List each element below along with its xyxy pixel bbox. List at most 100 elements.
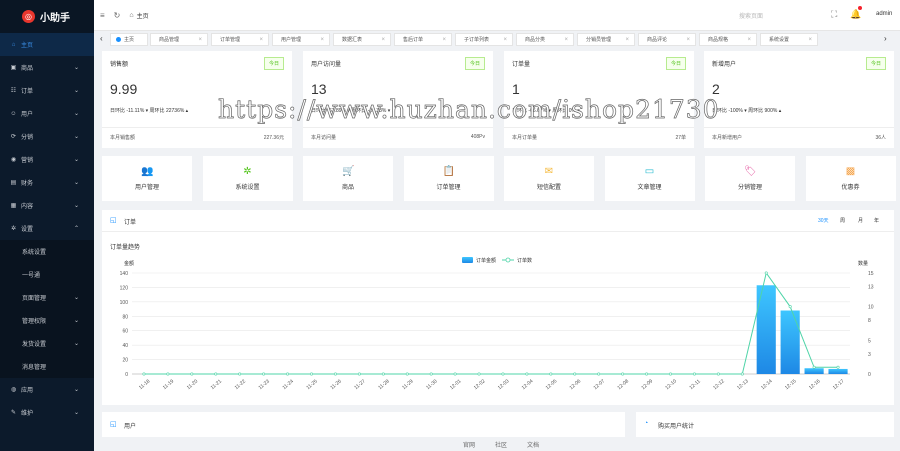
x-tick-label: 11-30 (425, 378, 439, 391)
quick-link[interactable]: 👥 用户管理 (102, 156, 192, 201)
sidebar-subitem[interactable]: 管理权限 ⌄ (0, 309, 94, 332)
line-point (621, 372, 625, 376)
x-tick-label: 12-09 (640, 378, 654, 391)
tab-label: 售后订单 (403, 37, 424, 43)
search-input[interactable]: 搜索页面 (739, 11, 763, 20)
quick-link[interactable]: 🏷 分销管理 (705, 156, 795, 201)
close-icon[interactable]: × (442, 37, 446, 43)
sidebar-item[interactable]: ▤ 财务 ⌄ (0, 171, 94, 194)
sidebar-item[interactable]: ✎ 维护 ⌄ (0, 401, 94, 424)
x-tick-label: 12-10 (664, 378, 678, 391)
refresh-icon[interactable]: ↻ (114, 11, 121, 20)
y2-tick-label: 3 (868, 352, 871, 358)
tab[interactable]: 主页 (110, 33, 148, 46)
tab[interactable]: 订单管理 × (211, 33, 269, 46)
tab-label: 系统设置 (769, 37, 790, 43)
line-point (310, 372, 314, 376)
menu-toggle-icon[interactable]: ≡ (100, 11, 105, 20)
tab[interactable]: 商品管理 × (150, 33, 208, 46)
sidebar-subitem[interactable]: 发货设置 ⌄ (0, 332, 94, 355)
close-icon[interactable]: × (686, 37, 690, 43)
bell-icon[interactable]: 🔔 (850, 9, 861, 20)
card-icon: ▭ (644, 166, 655, 177)
range-button[interactable]: 周 (840, 217, 845, 224)
chevron-down-icon: ⌄ (73, 318, 79, 324)
order-chart-card: ◱ 订单 30天 周 月 年 订单量趋势 金额 数量 0 20 40 60 80 100 120 140 0… (102, 210, 894, 405)
sidebar-item[interactable]: ⌂ 主页 (0, 33, 94, 56)
range-button[interactable]: 年 (874, 217, 879, 224)
sidebar-item[interactable]: ☷ 订单 ⌄ (0, 79, 94, 102)
line-point (286, 372, 290, 376)
stat-card: 新增用户 今日 2 日环比 -100% ▾ 周环比 900% ▴ 本月新增用户 36人 (704, 51, 894, 148)
sidebar-item[interactable]: ◍ 应用 ⌄ (0, 378, 94, 401)
tab[interactable]: 商品规格 × (699, 33, 757, 46)
stat-footer-value: 36人 (875, 135, 886, 141)
chart-card-header: ◱ 订单 30天 周 月 年 (102, 210, 894, 232)
quick-link[interactable]: 🛒 商品 (303, 156, 393, 201)
line-point (525, 372, 529, 376)
line-point (453, 372, 457, 376)
tab[interactable]: 系统设置 × (760, 33, 818, 46)
quick-link[interactable]: ✲ 系统设置 (202, 156, 293, 201)
cart-icon: ☷ (10, 88, 17, 94)
quick-link[interactable]: ✉ 短信配置 (504, 156, 594, 201)
close-icon[interactable]: × (625, 37, 629, 43)
tab[interactable]: 数据汇表 × (333, 33, 391, 46)
close-icon[interactable]: × (808, 37, 812, 43)
range-button[interactable]: 月 (858, 217, 863, 224)
x-tick-label: 11-19 (162, 378, 176, 391)
line-point (573, 372, 577, 376)
close-icon[interactable]: × (503, 37, 507, 43)
breadcrumb[interactable]: 主页 (137, 11, 149, 20)
line-point (333, 372, 337, 376)
sidebar-subitem[interactable]: 页面管理 ⌄ (0, 286, 94, 309)
quick-link[interactable]: ▩ 优惠券 (805, 156, 896, 201)
sidebar-item[interactable]: ⟳ 分销 ⌄ (0, 125, 94, 148)
tab-label: 数据汇表 (342, 37, 363, 43)
stat-tag: 今日 (263, 57, 284, 70)
quick-link[interactable]: 📋 订单管理 (403, 156, 494, 201)
close-icon[interactable]: × (564, 37, 568, 43)
sidebar-menu: ⌂ 主页 ▣ 商品 ⌄ ☷ 订单 ⌄ ☺ 用户 ⌄ ⟳ 分销 ⌄ ◉ 营销 ⌄ ▤ 财务 ⌄ ▦ 内容 ⌄ ✲ 设置 ⌃ 系统设置一… (0, 33, 94, 424)
tab[interactable]: 子订单列表 × (455, 33, 513, 46)
sidebar-item[interactable]: ◉ 营销 ⌄ (0, 148, 94, 171)
close-icon[interactable]: × (198, 37, 202, 43)
tab[interactable]: 商品分类 × (516, 33, 574, 46)
footer-link-community[interactable]: 社区 (495, 440, 507, 449)
line-point (692, 372, 696, 376)
sidebar-item[interactable]: ☺ 用户 ⌄ (0, 102, 94, 125)
user-name[interactable]: admin (876, 11, 892, 17)
close-icon[interactable]: × (381, 37, 385, 43)
close-icon[interactable]: × (259, 37, 263, 43)
stat-value: 13 (311, 81, 327, 97)
sidebar-subitem[interactable]: 系统设置 (0, 240, 94, 263)
sidebar-item[interactable]: ▣ 商品 ⌄ (0, 56, 94, 79)
tab[interactable]: 用户管理 × (272, 33, 330, 46)
sidebar-subitem[interactable]: 消息管理 (0, 355, 94, 378)
quick-link[interactable]: ▭ 文章管理 (604, 156, 695, 201)
sidebar-item[interactable]: ▦ 内容 ⌄ (0, 194, 94, 217)
footer-link-docs[interactable]: 文档 (527, 440, 539, 449)
sidebar-item-label: 订单 (21, 89, 34, 95)
fullscreen-icon[interactable]: ⛶ (831, 9, 837, 20)
sidebar-item[interactable]: ✲ 设置 ⌃ (0, 217, 94, 240)
chat-icon: ◉ (10, 157, 17, 163)
close-icon[interactable]: × (747, 37, 751, 43)
stat-card: 订单量 今日 1 日环比 -66.67% ▾ 周环比 0% ▾ 本月订单量 27单 (504, 51, 694, 148)
tab-label: 商品规格 (708, 37, 729, 43)
close-icon[interactable]: × (320, 37, 324, 43)
tab[interactable]: 售后订单 × (394, 33, 452, 46)
x-tick-label: 11-21 (210, 378, 224, 391)
footer-link-official[interactable]: 官网 (463, 440, 475, 449)
line-point (597, 372, 601, 376)
stat-value: 1 (512, 81, 520, 97)
tab[interactable]: 分销员管理 × (577, 33, 635, 46)
tab[interactable]: 商品评论 × (638, 33, 696, 46)
tab-scroll-left-icon[interactable]: ‹ (100, 34, 103, 43)
chevron-down-icon: ⌄ (73, 341, 79, 347)
logo[interactable]: ◎ 小助手 (0, 0, 94, 33)
tab-scroll-right-icon[interactable]: › (884, 34, 887, 43)
sidebar-subitem[interactable]: 一号通 (0, 263, 94, 286)
range-button[interactable]: 30天 (818, 217, 829, 224)
shop-icon: ▣ (10, 65, 17, 71)
